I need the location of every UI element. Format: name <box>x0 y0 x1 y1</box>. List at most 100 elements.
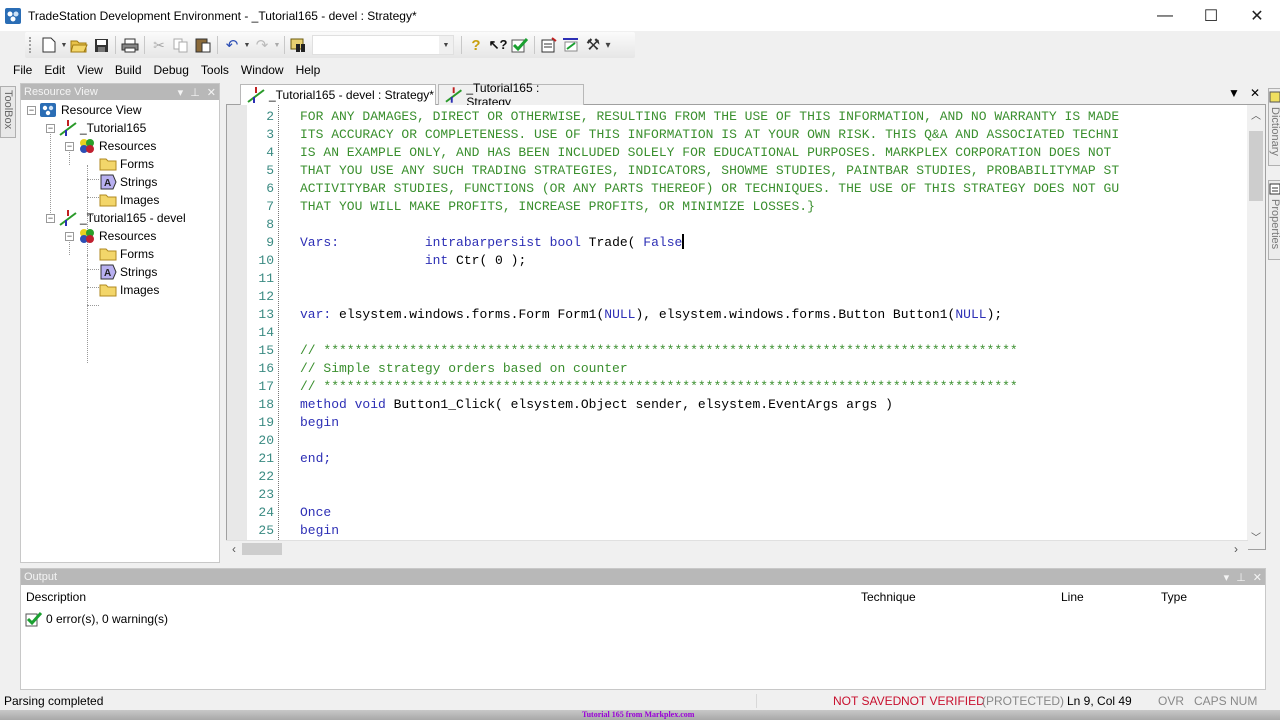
maximize-button[interactable]: ☐ <box>1188 0 1234 31</box>
verify-icon[interactable] <box>509 34 531 56</box>
combo-dropdown-icon[interactable]: ▼ <box>439 36 453 54</box>
cut-icon[interactable]: ✂ <box>148 34 170 56</box>
scroll-right-icon[interactable]: › <box>1228 541 1244 557</box>
close-document-icon[interactable]: ✕ <box>1250 86 1260 100</box>
minimize-button[interactable]: — <box>1142 0 1188 31</box>
menu-tools[interactable]: Tools <box>195 63 235 77</box>
code-line[interactable]: method void Button1_Click( elsystem.Obje… <box>300 396 893 414</box>
collapse-icon[interactable]: − <box>46 213 55 223</box>
menu-edit[interactable]: Edit <box>38 63 71 77</box>
code-line[interactable]: end; <box>300 450 331 468</box>
panel-close-icon[interactable]: ✕ <box>207 86 216 99</box>
code-line[interactable]: IS AN EXAMPLE ONLY, AND HAS BEEN INCLUDE… <box>300 144 1111 162</box>
toolbar-overflow-icon[interactable]: ▾ <box>604 40 612 51</box>
column-technique[interactable]: Technique <box>861 590 916 604</box>
line-numbers: 2 3 4 5 6 7 8 9 10 11 12 13 14 15 16 17 18 19 20 21 22 23 24 25 <box>247 105 279 549</box>
menu-file[interactable]: File <box>7 63 38 77</box>
help-icon[interactable]: ? <box>465 34 487 56</box>
code-line[interactable]: // *************************************… <box>300 342 1018 360</box>
undo-dropdown-icon[interactable]: ▼ <box>243 42 251 49</box>
code-line[interactable]: // *************************************… <box>300 378 1018 396</box>
column-type[interactable]: Type <box>1161 590 1187 604</box>
collapse-icon[interactable]: − <box>65 141 74 151</box>
tree-item-strings[interactable]: A Strings <box>99 173 157 191</box>
output-row[interactable]: 0 error(s), 0 warning(s) <box>25 611 168 627</box>
toolbar-grip[interactable] <box>29 37 32 53</box>
column-line[interactable]: Line <box>1061 590 1084 604</box>
tree-item-images[interactable]: Images <box>99 191 159 209</box>
code-line[interactable]: Vars: intrabarpersist bool Trade( False <box>300 234 685 252</box>
dictionary-tab[interactable]: Dictionary <box>1268 88 1280 166</box>
tab-list-dropdown-icon[interactable]: ▼ <box>1228 86 1240 100</box>
properties-tab[interactable]: Properties <box>1268 180 1280 260</box>
collapse-icon[interactable]: − <box>27 105 36 115</box>
menu-help[interactable]: Help <box>290 63 327 77</box>
properties-icon[interactable] <box>538 34 560 56</box>
tree-item-forms[interactable]: Forms <box>99 245 154 263</box>
code-line[interactable]: FOR ANY DAMAGES, DIRECT OR OTHERWISE, RE… <box>300 108 1119 126</box>
scroll-up-icon[interactable]: ︿ <box>1247 107 1265 123</box>
copy-icon[interactable] <box>170 34 192 56</box>
tree-item-tutorial165[interactable]: − _Tutorial165 <box>46 119 146 137</box>
menu-window[interactable]: Window <box>235 63 290 77</box>
code-keyword: Vars: <box>300 235 340 250</box>
toolbox-tab-label: ToolBox <box>2 90 14 130</box>
code-editor[interactable]: 2 3 4 5 6 7 8 9 10 11 12 13 14 15 16 17 18 19 20 21 22 23 24 25… <box>226 105 1266 550</box>
collapse-icon[interactable]: − <box>65 231 74 241</box>
open-folder-icon[interactable] <box>68 34 90 56</box>
menu-debug[interactable]: Debug <box>148 63 195 77</box>
tree-item-forms[interactable]: Forms <box>99 155 154 173</box>
redo-dropdown-icon[interactable]: ▼ <box>273 42 281 49</box>
tree-item-resource-view[interactable]: − Resource View <box>27 101 141 119</box>
tree-item-images[interactable]: Images <box>99 281 159 299</box>
tree-item-resources[interactable]: − Resources <box>65 137 156 155</box>
find-icon[interactable] <box>288 34 310 56</box>
column-description[interactable]: Description <box>26 590 86 604</box>
line-number: 15 <box>258 343 274 358</box>
code-line[interactable]: var: elsystem.windows.forms.Form Form1(N… <box>300 306 1002 324</box>
new-dropdown-icon[interactable]: ▼ <box>60 42 68 49</box>
context-help-icon[interactable]: ↖? <box>487 34 509 56</box>
print-icon[interactable] <box>119 34 141 56</box>
code-line[interactable]: begin <box>300 414 339 432</box>
code-line[interactable]: ACTIVITYBAR STUDIES, FUNCTIONS (OR ANY P… <box>300 180 1119 198</box>
scroll-thumb[interactable] <box>1249 131 1263 201</box>
code-text: ), elsystem.windows.forms.Button Button1… <box>635 307 956 322</box>
scroll-left-icon[interactable]: ‹ <box>226 541 242 557</box>
code-comment: IS AN EXAMPLE ONLY, AND HAS BEEN INCLUDE… <box>300 145 1112 160</box>
menu-view[interactable]: View <box>71 63 109 77</box>
find-combo[interactable]: ▼ <box>312 35 454 55</box>
vertical-scrollbar[interactable]: ︿ ﹀ <box>1247 105 1265 549</box>
tab-tutorial165[interactable]: _Tutorial165 : Strategy <box>438 81 584 109</box>
collapse-icon[interactable]: − <box>46 123 55 133</box>
close-button[interactable]: ✕ <box>1234 0 1280 31</box>
menu-build[interactable]: Build <box>109 63 148 77</box>
scroll-down-icon[interactable]: ﹀ <box>1247 529 1265 545</box>
tree-item-tutorial165-devel[interactable]: − _Tutorial165 - devel <box>46 209 186 227</box>
tab-tutorial165-devel[interactable]: _Tutorial165 - devel : Strategy* <box>240 84 436 105</box>
code-line[interactable]: Once <box>300 504 331 522</box>
code-line[interactable]: int Ctr( 0 ); <box>300 252 526 270</box>
format-icon[interactable] <box>560 34 582 56</box>
paste-icon[interactable] <box>192 34 214 56</box>
redo-icon[interactable]: ↷ <box>251 34 273 56</box>
panel-close-icon[interactable]: ✕ <box>1253 571 1262 584</box>
code-line[interactable]: // Simple strategy orders based on count… <box>300 360 628 378</box>
code-line[interactable]: ITS ACCURACY OR COMPLETENESS. USE OF THI… <box>300 126 1119 144</box>
toolbox-tab[interactable]: ToolBox <box>0 86 16 138</box>
code-line[interactable]: THAT YOU USE ANY SUCH TRADING STRATEGIES… <box>300 162 1119 180</box>
tree-item-strings[interactable]: A Strings <box>99 263 157 281</box>
save-icon[interactable] <box>90 34 112 56</box>
pin-icon[interactable]: ⊥ <box>190 86 200 99</box>
horizontal-scrollbar[interactable]: ‹ › <box>226 540 1248 556</box>
new-icon[interactable] <box>38 34 60 56</box>
undo-icon[interactable]: ↶ <box>221 34 243 56</box>
tools-icon[interactable]: ⚒ <box>582 34 604 56</box>
code-line[interactable]: THAT YOU WILL MAKE PROFITS, INCREASE PRO… <box>300 198 815 216</box>
code-line[interactable]: begin <box>300 522 339 540</box>
tree-item-resources[interactable]: − Resources <box>65 227 156 245</box>
hscroll-thumb[interactable] <box>242 543 282 555</box>
pin-icon[interactable]: ⊥ <box>1236 571 1246 584</box>
panel-dropdown-icon[interactable]: ▾ <box>1224 571 1230 584</box>
panel-dropdown-icon[interactable]: ▾ <box>178 86 184 99</box>
